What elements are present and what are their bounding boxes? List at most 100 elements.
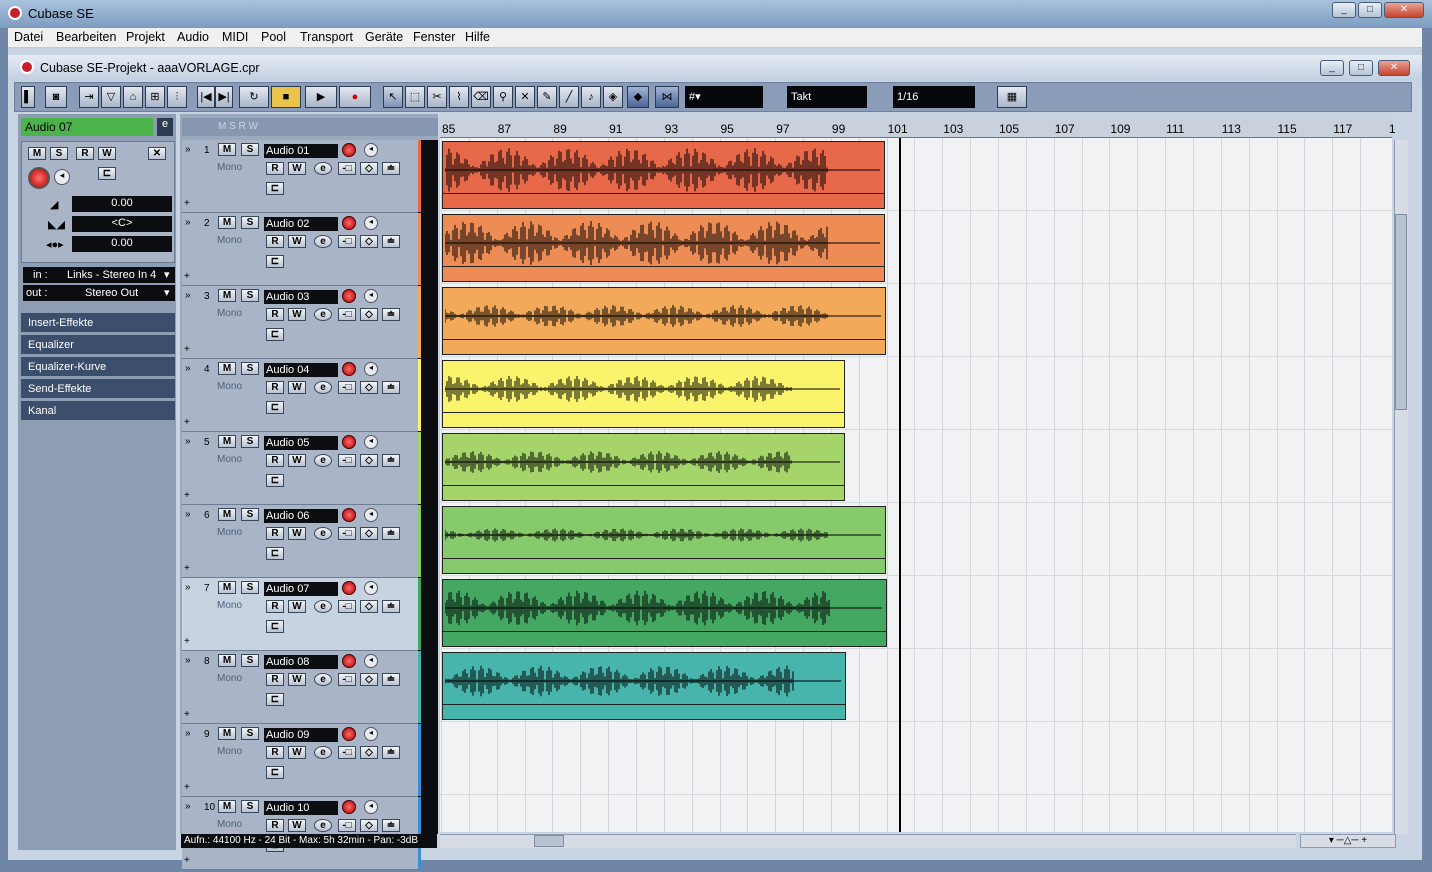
project-close-button[interactable]: ✕	[1378, 60, 1410, 76]
mute-button[interactable]: M	[218, 581, 236, 594]
sends-bypass-icon[interactable]: ≐	[382, 235, 400, 248]
track-expand-icon[interactable]: »	[185, 582, 191, 593]
record-enable-button[interactable]	[342, 362, 356, 376]
mixer-icon[interactable]: ⫶	[167, 86, 187, 108]
inspector-monitor-icon[interactable]: ◂	[54, 169, 70, 185]
inserts-bypass-icon[interactable]: -□	[338, 600, 356, 613]
read-button[interactable]: R	[266, 235, 284, 248]
inspector-toggle-button[interactable]: ▌	[21, 86, 35, 108]
solo-button[interactable]: S	[241, 654, 259, 667]
timeline-ruler[interactable]: 85 87 89 91 93 95 97 99 101 103 105 107 109 111 113 115…	[440, 118, 1396, 138]
audio-event[interactable]	[442, 506, 886, 574]
add-icon[interactable]: +	[184, 271, 190, 282]
audio-event[interactable]	[442, 652, 846, 720]
record-enable-button[interactable]	[342, 800, 356, 814]
track-name[interactable]: Audio 09	[264, 728, 338, 742]
track-name[interactable]: Audio 01	[264, 144, 338, 158]
equalizer-curve-section[interactable]: Equalizer-Kurve	[21, 357, 175, 377]
sends-bypass-icon[interactable]: ≐	[382, 454, 400, 467]
solo-button[interactable]: S	[241, 508, 259, 521]
monitor-icon[interactable]: ◂	[364, 143, 378, 157]
mute-button[interactable]: M	[218, 289, 236, 302]
grid-type-select[interactable]: #▾	[685, 86, 763, 108]
sends-bypass-icon[interactable]: ≐	[382, 819, 400, 832]
lock-icon[interactable]: ⊏	[266, 182, 284, 195]
track-row[interactable]: » 6 M S Audio 06 ◂ Mono R W e -□ ◇ ≐ ⊏ +	[182, 505, 418, 578]
record-enable-button[interactable]	[342, 727, 356, 741]
pointer-icon[interactable]: ↖	[383, 86, 403, 108]
zoom-slider[interactable]: ▾ ─△─ +	[1300, 834, 1396, 848]
read-button[interactable]: R	[266, 308, 284, 321]
inserts-bypass-icon[interactable]: -□	[338, 381, 356, 394]
project-minimize-button[interactable]: _	[1320, 60, 1344, 76]
range-select-icon[interactable]: ⬚	[405, 86, 425, 108]
mute-icon[interactable]: ✕	[515, 86, 535, 108]
glue-icon[interactable]: ⌇	[449, 86, 469, 108]
eq-bypass-icon[interactable]: ◇	[360, 673, 378, 686]
snap-toggle-icon[interactable]: ◆	[627, 86, 649, 108]
eq-bypass-icon[interactable]: ◇	[360, 235, 378, 248]
record-enable-button[interactable]	[342, 216, 356, 230]
record-enable-button[interactable]	[342, 289, 356, 303]
insert-effects-section[interactable]: Insert-Effekte	[21, 313, 175, 333]
mute-button[interactable]: M	[218, 362, 236, 375]
eq-bypass-icon[interactable]: ◇	[360, 308, 378, 321]
monitor-icon[interactable]: ◂	[364, 289, 378, 303]
write-button[interactable]: W	[288, 527, 306, 540]
track-row[interactable]: » 1 M S Audio 01 ◂ Mono R W e -□ ◇ ≐ ⊏ +	[182, 140, 418, 213]
track-row[interactable]: » 5 M S Audio 05 ◂ Mono R W e -□ ◇ ≐ ⊏ +	[182, 432, 418, 505]
solo-button[interactable]: S	[241, 727, 259, 740]
record-enable-button[interactable]	[342, 654, 356, 668]
track-name[interactable]: Audio 05	[264, 436, 338, 450]
eq-bypass-icon[interactable]: ◇	[360, 746, 378, 759]
inserts-bypass-icon[interactable]: -□	[338, 308, 356, 321]
sends-bypass-icon[interactable]: ≐	[382, 527, 400, 540]
maximize-button[interactable]: □	[1358, 2, 1382, 18]
add-icon[interactable]: +	[184, 490, 190, 501]
add-icon[interactable]: +	[184, 855, 190, 866]
menu-projekt[interactable]: Projekt	[126, 30, 165, 44]
close-button[interactable]: ✕	[1384, 2, 1424, 18]
monitor-icon[interactable]: ◂	[364, 435, 378, 449]
inspector-bypass-button[interactable]: ✕	[148, 147, 166, 160]
inspector-monitor-button[interactable]: M	[28, 147, 46, 160]
horizontal-scroll-thumb[interactable]	[534, 835, 564, 847]
eq-bypass-icon[interactable]: ◇	[360, 454, 378, 467]
track-name[interactable]: Audio 04	[264, 363, 338, 377]
edit-button[interactable]: e	[314, 235, 332, 248]
snap-icon[interactable]: ▽	[101, 86, 121, 108]
lock-icon[interactable]: ⊏	[266, 693, 284, 706]
track-expand-icon[interactable]: »	[185, 290, 191, 301]
lock-icon[interactable]: ⊏	[266, 547, 284, 560]
write-button[interactable]: W	[288, 819, 306, 832]
record-enable-button[interactable]	[342, 435, 356, 449]
stop-icon[interactable]: ■	[271, 86, 301, 108]
lock-icon[interactable]: ⊏	[266, 328, 284, 341]
track-expand-icon[interactable]: »	[185, 728, 191, 739]
add-icon[interactable]: +	[184, 417, 190, 428]
inspector-write-button[interactable]: W	[98, 147, 116, 160]
read-button[interactable]: R	[266, 600, 284, 613]
arrange-area[interactable]	[440, 138, 1392, 832]
lock-icon[interactable]: ⊏	[266, 766, 284, 779]
audio-event[interactable]	[442, 433, 845, 501]
monitor-icon[interactable]: ◂	[364, 581, 378, 595]
erase-icon[interactable]: ⌫	[471, 86, 491, 108]
mute-button[interactable]: M	[218, 508, 236, 521]
cycle-icon[interactable]: ↻	[239, 86, 269, 108]
eq-bypass-icon[interactable]: ◇	[360, 162, 378, 175]
state-button[interactable]: ◙	[45, 86, 67, 108]
menu-audio[interactable]: Audio	[177, 30, 209, 44]
inserts-bypass-icon[interactable]: -□	[338, 235, 356, 248]
grid-select[interactable]: Takt	[787, 86, 867, 108]
record-icon[interactable]: ●	[339, 86, 371, 108]
vertical-scroll-thumb[interactable]	[1395, 214, 1407, 410]
mute-button[interactable]: M	[218, 727, 236, 740]
track-expand-icon[interactable]: »	[185, 363, 191, 374]
inspector-solo-button[interactable]: S	[50, 147, 68, 160]
edit-channel-icon[interactable]: e	[157, 118, 173, 136]
color-icon[interactable]: ◈	[603, 86, 623, 108]
write-button[interactable]: W	[288, 308, 306, 321]
track-expand-icon[interactable]: »	[185, 436, 191, 447]
track-row[interactable]: » 7 M S Audio 07 ◂ Mono R W e -□ ◇ ≐ ⊏ +	[182, 578, 418, 651]
